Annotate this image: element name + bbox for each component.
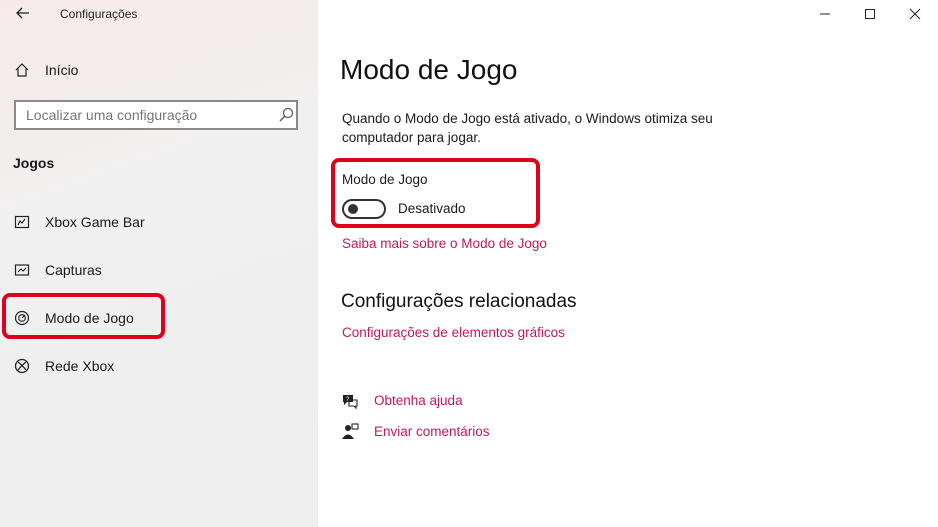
sidebar-item-captures[interactable]: Capturas [0, 250, 318, 290]
sidebar-item-game-mode[interactable]: Modo de Jogo [0, 298, 318, 338]
nav-home-label: Início [45, 62, 79, 78]
sidebar-item-label: Modo de Jogo [45, 310, 134, 326]
game-mode-icon [12, 308, 32, 328]
maximize-icon [865, 9, 875, 19]
close-button[interactable] [892, 0, 938, 28]
back-button[interactable] [14, 4, 32, 22]
learn-more-link[interactable]: Saiba mais sobre o Modo de Jogo [342, 236, 547, 251]
sidebar: Configurações Início Jogos Xbox Game Bar… [0, 0, 318, 527]
minimize-button[interactable] [802, 0, 848, 28]
sidebar-item-xbox-game-bar[interactable]: Xbox Game Bar [0, 202, 318, 242]
xbox-game-bar-icon [12, 212, 32, 232]
search-input[interactable] [14, 100, 298, 130]
get-help-link[interactable]: Obtenha ajuda [374, 393, 463, 408]
sidebar-item-xbox-network[interactable]: Rede Xbox [0, 346, 318, 386]
sidebar-item-label: Capturas [45, 262, 102, 278]
minimize-icon [820, 13, 830, 15]
sidebar-item-label: Rede Xbox [45, 358, 115, 374]
home-icon [12, 60, 32, 80]
sidebar-item-label: Xbox Game Bar [45, 214, 145, 230]
game-mode-setting-label: Modo de Jogo [342, 172, 428, 187]
graphics-settings-link[interactable]: Configurações de elementos gráficos [342, 325, 565, 340]
feedback-icon [341, 423, 359, 441]
close-icon [909, 8, 921, 20]
help-icon: ? [341, 392, 359, 410]
search-icon[interactable] [278, 107, 294, 123]
send-feedback-link[interactable]: Enviar comentários [374, 424, 490, 439]
toggle-state-text: Desativado [398, 201, 466, 216]
app-title: Configurações [60, 7, 138, 21]
section-title: Jogos [13, 155, 55, 171]
page-title: Modo de Jogo [340, 54, 518, 85]
maximize-button[interactable] [847, 0, 893, 28]
toggle-knob [348, 204, 358, 214]
nav-home[interactable]: Início [0, 50, 318, 90]
related-settings-title: Configurações relacionadas [341, 291, 577, 312]
game-mode-toggle[interactable] [342, 199, 386, 219]
captures-icon [12, 260, 32, 280]
xbox-icon [12, 356, 32, 376]
back-arrow-icon [16, 7, 29, 19]
page-description: Quando o Modo de Jogo está ativado, o Wi… [342, 111, 713, 145]
